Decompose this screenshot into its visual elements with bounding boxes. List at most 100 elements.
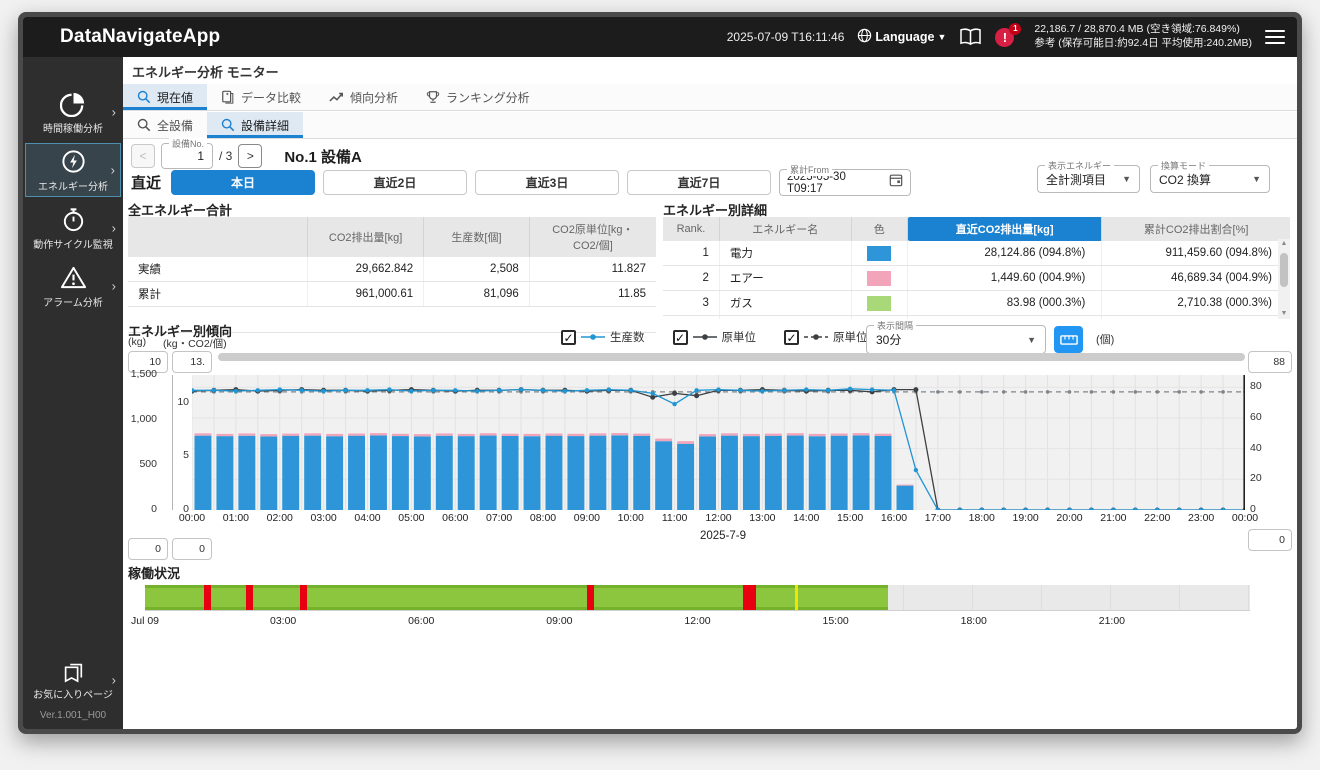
left-axis2-tick: 5 <box>161 449 189 461</box>
alert-notification[interactable]: ! 1 <box>995 25 1021 49</box>
summary-cell: 29,662.842 <box>308 257 424 282</box>
table-row[interactable]: 4水1.40 (000.0%)141.00 (000.0%) <box>663 316 1290 320</box>
bar-co2 <box>721 436 738 510</box>
left-axis-tick: 1,000 <box>123 413 157 425</box>
summary-header-cell <box>128 217 308 257</box>
period-button[interactable]: 直近3日 <box>475 170 619 195</box>
chart-horizontal-scrollbar[interactable] <box>218 353 1245 361</box>
x-axis-tick: 00:00 <box>1223 512 1267 524</box>
sidebar-item-cycle-monitor[interactable]: 動作サイクル監視 › <box>25 201 121 255</box>
left-axis2-max-input[interactable]: 13. <box>172 351 212 373</box>
table-row[interactable]: 1電力28,124.86 (094.8%)911,459.60 (094.8%) <box>663 241 1290 266</box>
tab-label: 現在値 <box>157 89 193 106</box>
period-button[interactable]: 直近7日 <box>627 170 771 195</box>
left-axis2-min-input[interactable]: 0 <box>172 538 212 560</box>
detail-header-cell[interactable]: 直近CO2排出量[kg] <box>908 217 1102 241</box>
detail-header-cell: 色 <box>851 217 907 241</box>
main-content: エネルギー分析 モニター 現在値 データ比較 傾向分析 ランキング分析 <box>123 57 1297 729</box>
table-row[interactable]: 2エアー1,449.60 (004.9%)46,689.34 (004.9%) <box>663 266 1290 291</box>
equipment-number-value: 1 <box>197 149 204 163</box>
right-axis-min-input[interactable]: 0 <box>1248 529 1292 551</box>
bar-co2 <box>458 436 475 510</box>
bar-pink <box>480 433 497 435</box>
cumulative-from-field[interactable]: 累計From 2025-05-30 T09:17 <box>779 169 911 196</box>
x-axis-tick: 23:00 <box>1179 512 1223 524</box>
interval-value: 30分 <box>876 331 1027 348</box>
detail-cell: 46,689.34 (004.9%) <box>1102 266 1290 291</box>
tab-trend-analysis[interactable]: 傾向分析 <box>315 84 412 110</box>
summary-header-cell: 生産数[個] <box>424 217 530 257</box>
tab-ranking-analysis[interactable]: ランキング分析 <box>412 84 544 110</box>
language-menu[interactable]: Language ▼ <box>857 28 946 46</box>
document-compare-icon <box>221 90 235 104</box>
sidebar-item-alarm-analysis[interactable]: アラーム分析 › <box>25 259 121 313</box>
sidebar-item-label: お気に入りページ <box>33 686 113 701</box>
period-button[interactable]: 本日 <box>171 170 315 195</box>
sidebar-item-energy-analysis[interactable]: エネルギー分析 › <box>25 143 121 197</box>
axis-scale-button[interactable] <box>1054 326 1083 353</box>
display-energy-select[interactable]: 表示エネルギー 全計測項目 ▼ <box>1037 165 1140 193</box>
bar-pink <box>195 433 212 435</box>
run-segment-red <box>587 585 594 610</box>
run-segment-red <box>204 585 211 610</box>
tab-label: ランキング分析 <box>446 89 530 106</box>
sidebar-item-time-operation[interactable]: 時間稼働分析 › <box>25 85 121 139</box>
detail-scrollbar[interactable]: ▲ ▼ <box>1278 239 1290 319</box>
legend-line-icon <box>693 332 717 342</box>
bar-pink <box>348 434 365 436</box>
bar-co2 <box>414 437 431 511</box>
bar-co2 <box>524 436 541 510</box>
color-swatch <box>867 296 891 311</box>
left-axis-min-input[interactable]: 0 <box>128 538 168 560</box>
bar-pink <box>831 434 848 436</box>
secondary-tabs: 全設備 設備詳細 <box>123 112 1297 139</box>
equipment-prev-button[interactable]: < <box>131 144 155 168</box>
detail-cell: 2,710.38 (000.3%) <box>1102 291 1290 316</box>
display-energy-label: 表示エネルギー <box>1045 159 1114 172</box>
status-section-title: 稼働状況 <box>128 563 180 582</box>
scroll-down-icon[interactable]: ▼ <box>1278 309 1290 319</box>
equipment-next-button[interactable]: > <box>238 144 262 168</box>
detail-header-cell[interactable]: 累計CO2排出割合[%] <box>1102 217 1290 241</box>
calendar-icon[interactable] <box>889 173 903 192</box>
equipment-number-field[interactable]: 設備No. 1 <box>161 143 213 169</box>
conversion-mode-select[interactable]: 換算モード CO2 換算 ▼ <box>1150 165 1270 193</box>
x-axis-tick: 13:00 <box>740 512 784 524</box>
bar-co2 <box>502 436 519 510</box>
run-segment-yellow <box>795 585 798 610</box>
bar-pink <box>897 485 914 486</box>
sidebar-item-favorites[interactable]: お気に入りページ › <box>25 656 121 704</box>
tab-current-value[interactable]: 現在値 <box>123 84 207 110</box>
status-axis-tick: 18:00 <box>944 615 1004 627</box>
hamburger-menu-icon[interactable] <box>1265 26 1285 48</box>
bar-pink <box>370 433 387 435</box>
x-axis-tick: 18:00 <box>960 512 1004 524</box>
app-version: Ver.1.001_H00 <box>23 708 123 729</box>
bar-pink <box>546 434 563 436</box>
energy-icon <box>60 148 87 175</box>
tab-equipment-detail[interactable]: 設備詳細 <box>207 112 303 138</box>
sidebar: 時間稼働分析 › エネルギー分析 › 動作サイクル監視 › アラーム分析 › <box>23 57 123 729</box>
summary-cell: 2,508 <box>424 257 530 282</box>
interval-select[interactable]: 表示間隔 30分 ▼ <box>866 325 1046 354</box>
bar-pink <box>524 434 541 436</box>
tab-all-equipment[interactable]: 全設備 <box>123 112 207 138</box>
tab-label: 設備詳細 <box>241 117 289 134</box>
x-axis-tick: 02:00 <box>258 512 302 524</box>
scroll-up-icon[interactable]: ▲ <box>1278 239 1290 249</box>
summary-header-cell: CO2原単位[kg・CO2/個] <box>529 217 656 257</box>
period-button[interactable]: 直近2日 <box>323 170 467 195</box>
tab-data-compare[interactable]: データ比較 <box>207 84 315 110</box>
right-axis-max-input[interactable]: 88 <box>1248 351 1292 373</box>
sidebar-item-label: 時間稼働分析 <box>43 120 103 135</box>
alert-badge: 1 <box>1009 23 1021 35</box>
legend-checkbox[interactable]: ✓ <box>784 330 799 345</box>
bar-pink <box>282 434 299 436</box>
bar-pink <box>589 433 606 435</box>
manual-book-icon[interactable] <box>959 28 982 47</box>
scrollbar-thumb[interactable] <box>1280 253 1288 287</box>
table-row[interactable]: 3ガス83.98 (000.3%)2,710.38 (000.3%) <box>663 291 1290 316</box>
legend-checkbox[interactable]: ✓ <box>561 330 576 345</box>
run-segment-red <box>300 585 307 610</box>
legend-checkbox[interactable]: ✓ <box>673 330 688 345</box>
